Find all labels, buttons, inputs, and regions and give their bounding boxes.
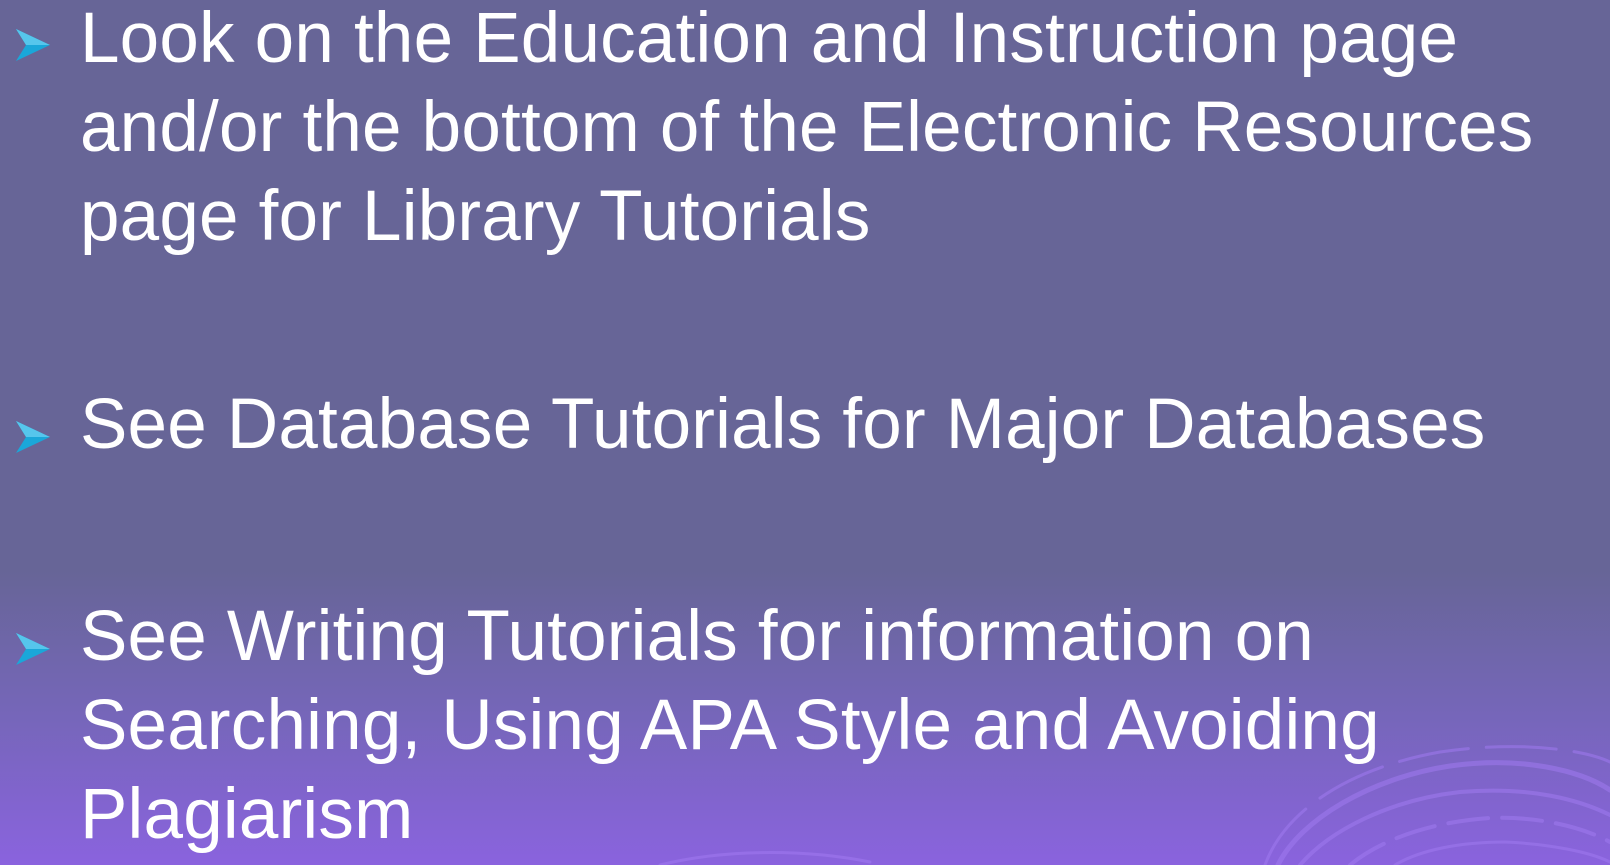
arrowhead-bullet-icon [16, 29, 50, 61]
bullet-text: Look on the Education and Instruction pa… [80, 0, 1534, 256]
slide: Look on the Education and Instruction pa… [0, 0, 1610, 865]
bullet-text: See Database Tutorials for Major Databas… [80, 385, 1486, 464]
bullet-list: Look on the Education and Instruction pa… [0, 0, 1610, 865]
arrowhead-bullet-icon [16, 421, 50, 453]
bullet-text: See Writing Tutorials for information on… [80, 597, 1380, 854]
arrowhead-bullet-icon [16, 633, 50, 665]
